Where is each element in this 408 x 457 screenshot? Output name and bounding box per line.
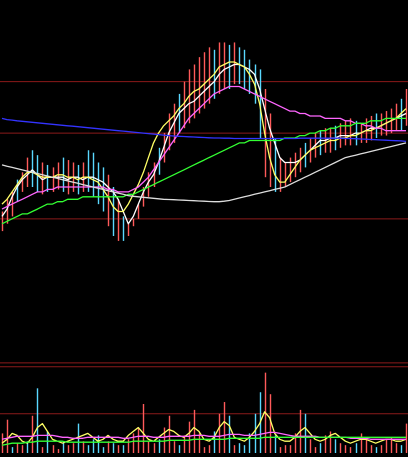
- stock-chart: [0, 0, 408, 457]
